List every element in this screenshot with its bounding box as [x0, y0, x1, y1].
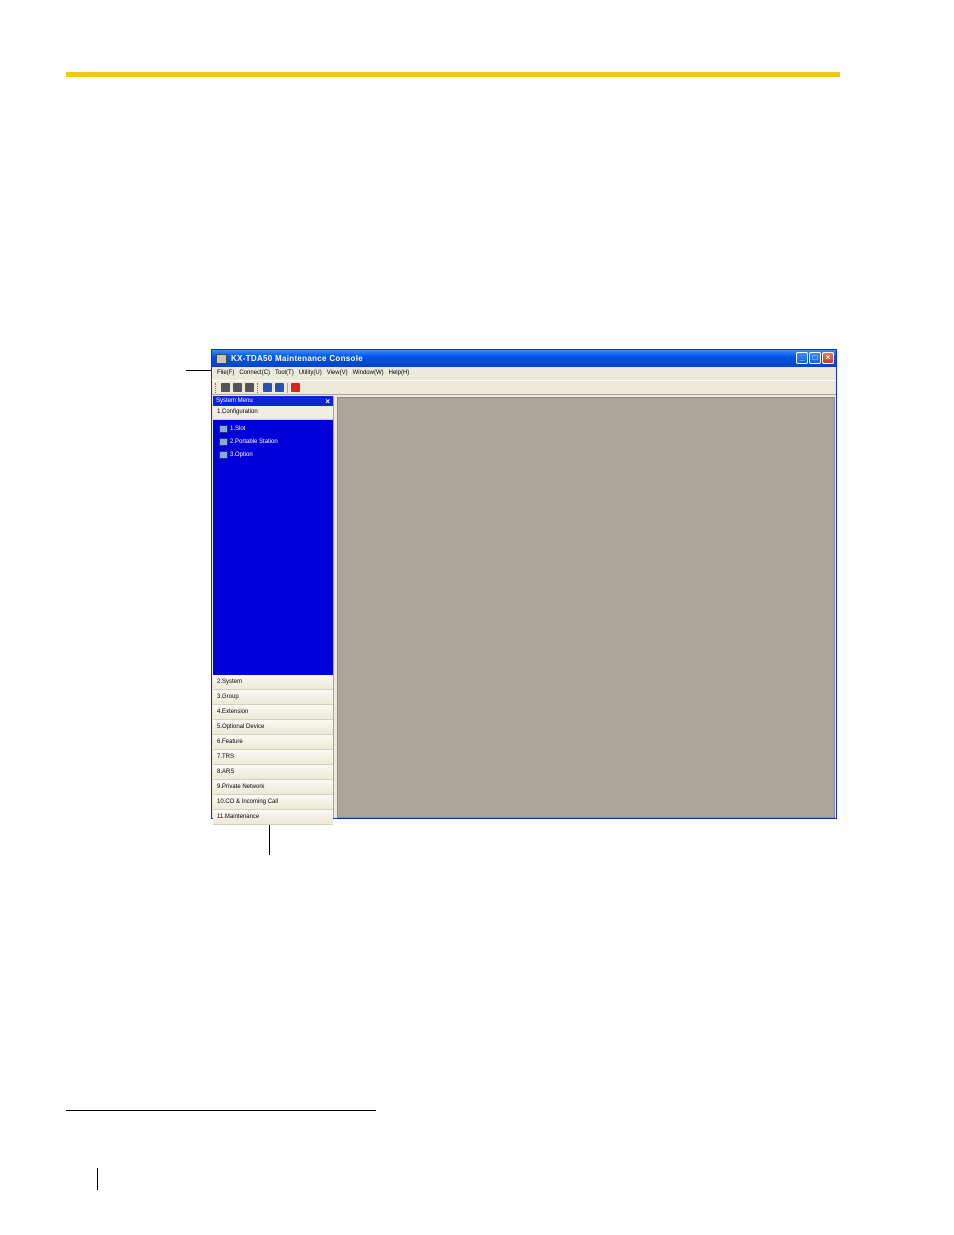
menu-window[interactable]: Window(W) [353, 370, 384, 376]
configuration-tree: 1.Slot 2.Portable Station 3.Option [213, 420, 333, 675]
tree-item-option[interactable]: 3.Option [213, 448, 333, 461]
section-co-incoming-call[interactable]: 10.CO & Incoming Call [213, 795, 333, 810]
section-maintenance[interactable]: 11.Maintenance [213, 810, 333, 825]
window-controls: _ □ × [796, 352, 834, 364]
tree-item-slot[interactable]: 1.Slot [213, 422, 333, 435]
page-accent-rule [66, 72, 840, 77]
menu-utility[interactable]: Utility(U) [299, 370, 322, 376]
app-icon [216, 353, 227, 364]
menu-file[interactable]: File(F) [217, 370, 234, 376]
menu-bar: File(F) Connect(C) Tool(T) Utility(U) Vi… [212, 367, 836, 379]
toolbar-separator [287, 382, 288, 393]
system-menu-header: System Menu × [213, 396, 333, 406]
section-private-network[interactable]: 9.Private Network [213, 780, 333, 795]
connect-icon[interactable] [263, 383, 272, 392]
title-bar[interactable]: KX-TDA50 Maintenance Console _ □ × [212, 350, 836, 367]
portable-station-icon [219, 437, 228, 446]
close-icon[interactable]: × [325, 397, 330, 406]
menu-view[interactable]: View(V) [327, 370, 348, 376]
save-icon[interactable] [245, 383, 254, 392]
option-icon [219, 450, 228, 459]
menu-connect[interactable]: Connect(C) [239, 370, 270, 376]
maximize-button[interactable]: □ [809, 352, 821, 364]
toolbar-grip-2[interactable] [257, 382, 260, 393]
tree-item-label: 3.Option [230, 451, 253, 458]
section-optional-device[interactable]: 5.Optional Device [213, 720, 333, 735]
open-icon[interactable] [233, 383, 242, 392]
section-group[interactable]: 3.Group [213, 690, 333, 705]
new-icon[interactable] [221, 383, 230, 392]
minimize-button[interactable]: _ [796, 352, 808, 364]
mdi-workspace [337, 397, 835, 818]
section-system[interactable]: 2.System [213, 675, 333, 690]
exit-icon[interactable] [291, 383, 300, 392]
section-feature[interactable]: 6.Feature [213, 735, 333, 750]
section-trs[interactable]: 7.TRS [213, 750, 333, 765]
window-title: KX-TDA50 Maintenance Console [231, 354, 363, 363]
system-menu-title: System Menu [216, 398, 253, 404]
close-button[interactable]: × [822, 352, 834, 364]
page-margin-marker [97, 1168, 98, 1190]
section-ars[interactable]: 8.ARS [213, 765, 333, 780]
toolbar-grip[interactable] [215, 382, 218, 393]
tree-item-label: 2.Portable Station [230, 438, 278, 445]
footnote-rule [66, 1110, 376, 1111]
toolbar [212, 380, 836, 395]
section-configuration[interactable]: 1.Configuration [213, 406, 333, 420]
menu-tool[interactable]: Tool(T) [275, 370, 294, 376]
tree-item-portable-station[interactable]: 2.Portable Station [213, 435, 333, 448]
disconnect-icon[interactable] [275, 383, 284, 392]
menu-help[interactable]: Help(H) [389, 370, 410, 376]
section-extension[interactable]: 4.Extension [213, 705, 333, 720]
slot-icon [219, 424, 228, 433]
maintenance-console-window: KX-TDA50 Maintenance Console _ □ × File(… [211, 349, 837, 825]
system-menu-panel: System Menu × 1.Configuration 1.Slot 2.P… [213, 396, 334, 825]
callout-line-menubar [186, 370, 212, 371]
tree-item-label: 1.Slot [230, 425, 246, 432]
